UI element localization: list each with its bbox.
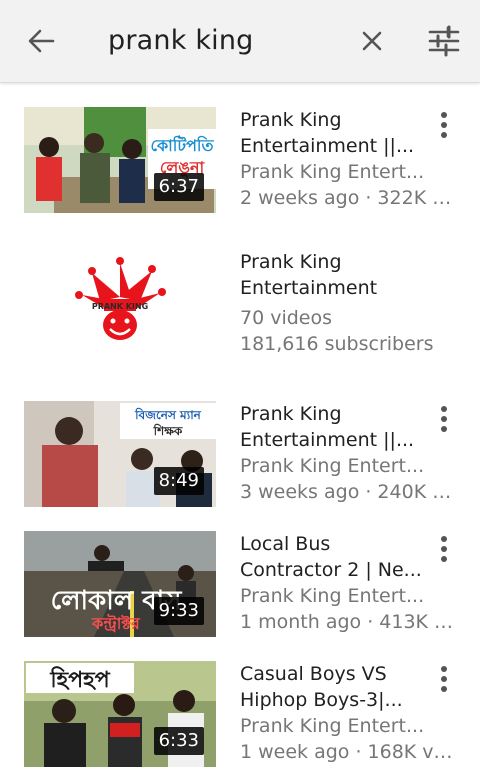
video-channel-name: Prank King Entert... — [240, 715, 425, 737]
video-meta: Prank King Entertainment ||... Prank Kin… — [240, 401, 460, 505]
video-title-line1: Prank King — [240, 109, 342, 131]
channel-title-line1: Prank King — [240, 251, 342, 273]
video-thumbnail[interactable]: লোকাল বাস কন্ট্রাক্টর 9:33 — [24, 531, 216, 637]
video-info: 3 weeks ago · 240K v... — [240, 481, 456, 503]
video-title-line2: Hiphop Boys-3|... — [240, 689, 403, 711]
video-thumbnail[interactable]: বিজনেস ম্যান শিক্ষক 8:49 — [24, 401, 216, 507]
video-thumbnail[interactable]: কোটিপতি লেঙুনা 6:37 — [24, 107, 216, 213]
svg-text:বিজনেস ম্যান: বিজনেস ম্যান — [134, 407, 202, 422]
video-channel-name: Prank King Entert... — [240, 161, 425, 183]
channel-logo[interactable]: PRANK KING — [24, 249, 216, 355]
video-title-line1: Prank King — [240, 403, 342, 425]
video-meta: Casual Boys VS Hiphop Boys-3|... Prank K… — [240, 661, 460, 765]
svg-text:কন্ট্রাক্টর: কন্ট্রাক্টর — [91, 613, 141, 633]
video-title-line2: Entertainment ||... — [240, 135, 415, 157]
svg-text:শিক্ষক: শিক্ষক — [153, 423, 183, 438]
more-options-button[interactable] — [432, 403, 456, 435]
channel-title-line2: Entertainment — [240, 277, 378, 299]
more-vertical-icon — [441, 112, 447, 138]
close-icon — [362, 31, 382, 51]
video-title-line2: Entertainment ||... — [240, 429, 415, 451]
tune-sliders-icon — [428, 25, 460, 57]
search-toolbar: prank king — [0, 0, 480, 83]
search-query-text[interactable]: prank king — [108, 22, 254, 60]
channel-logo-text: PRANK KING — [92, 302, 148, 311]
video-title-line2: Contractor 2 | Ne... — [240, 559, 422, 581]
video-info: 2 weeks ago · 322K vi... — [240, 187, 456, 209]
more-options-button[interactable] — [432, 533, 456, 565]
video-info: 1 month ago · 413K vi... — [240, 611, 456, 633]
video-title-line1: Casual Boys VS — [240, 663, 387, 685]
jester-logo-icon: PRANK KING — [75, 257, 166, 340]
back-button[interactable] — [20, 21, 64, 61]
video-title-line1: Local Bus — [240, 533, 331, 555]
video-duration: 6:33 — [153, 727, 204, 755]
more-options-button[interactable] — [432, 109, 456, 141]
video-channel-name: Prank King Entert... — [240, 585, 425, 607]
filter-button[interactable] — [424, 21, 464, 61]
more-options-button[interactable] — [432, 663, 456, 695]
channel-meta: Prank King Entertainment 70 videos 181,6… — [240, 249, 460, 357]
video-thumbnail[interactable]: হিপহপ 6:33 — [24, 661, 216, 767]
video-info: 1 week ago · 168K vie... — [240, 741, 456, 763]
video-duration: 8:49 — [153, 467, 204, 495]
video-duration: 6:37 — [153, 173, 204, 201]
channel-video-count: 70 videos — [240, 307, 333, 329]
clear-search-button[interactable] — [352, 21, 392, 61]
more-vertical-icon — [441, 666, 447, 692]
more-vertical-icon — [441, 406, 447, 432]
video-meta: Local Bus Contractor 2 | Ne... Prank Kin… — [240, 531, 460, 635]
channel-subscriber-count: 181,616 subscribers — [240, 333, 434, 355]
video-duration: 9:33 — [153, 597, 204, 625]
video-meta: Prank King Entertainment ||... Prank Kin… — [240, 107, 460, 211]
more-vertical-icon — [441, 536, 447, 562]
video-channel-name: Prank King Entert... — [240, 455, 425, 477]
svg-text:হিপহপ: হিপহপ — [49, 666, 110, 693]
svg-text:কোটিপতি: কোটিপতি — [150, 135, 214, 155]
arrow-left-icon — [28, 29, 55, 53]
